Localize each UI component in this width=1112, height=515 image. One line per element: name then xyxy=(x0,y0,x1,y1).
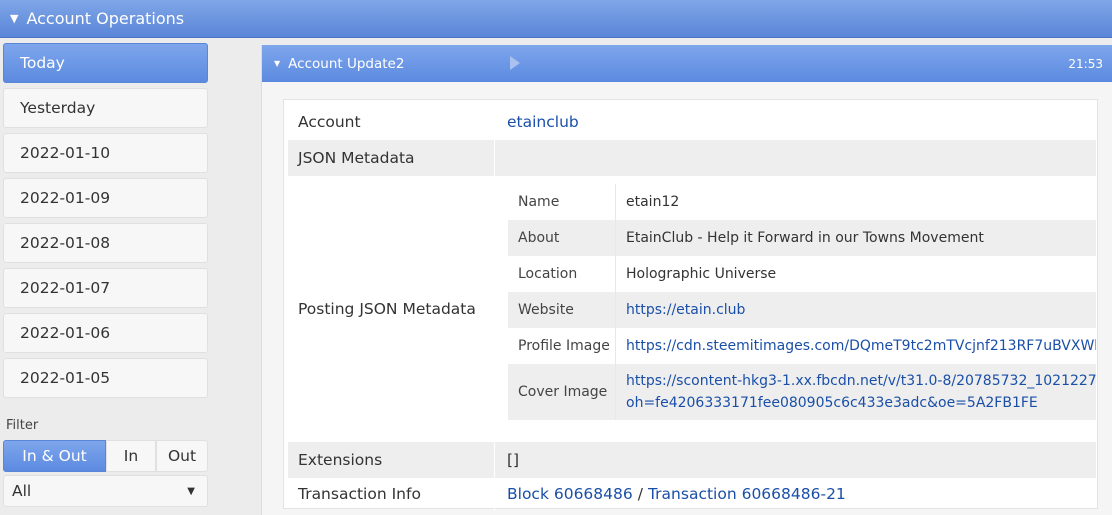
name-label: Name xyxy=(518,194,560,210)
operation-time: 21:53 xyxy=(1068,56,1103,71)
account-label: Account xyxy=(298,113,361,131)
expand-triangle-icon[interactable]: ▼ xyxy=(274,59,280,68)
extensions-label: Extensions xyxy=(288,442,494,478)
location-value: Holographic Universe xyxy=(626,266,777,282)
posting-json-metadata-label: Posting JSON Metadata xyxy=(298,300,476,318)
location-label: Location xyxy=(518,266,578,282)
day-2022-01-06-button[interactable]: 2022-01-06 xyxy=(3,313,208,353)
day-2022-01-08-button[interactable]: 2022-01-08 xyxy=(3,223,208,263)
website-row: Website https://etain.club xyxy=(508,292,1096,328)
day-yesterday-button[interactable]: Yesterday xyxy=(3,88,208,128)
extensions-value: [] xyxy=(494,442,1096,478)
chevron-down-icon: ▼ xyxy=(187,485,195,497)
filter-in-out-button[interactable]: In & Out xyxy=(3,440,106,472)
account-row: Account etainclub xyxy=(288,104,1096,140)
link-separator: / xyxy=(637,485,643,503)
website-label: Website xyxy=(508,292,615,328)
json-metadata-label: JSON Metadata xyxy=(288,140,494,176)
cover-image-link[interactable]: https://scontent-hkg3-1.xx.fbcdn.net/v/t… xyxy=(626,370,1096,392)
operation-panel: ▼ Account Update2 21:53 Account etainclu… xyxy=(261,45,1112,515)
about-label: About xyxy=(508,220,615,256)
posting-metadata-table: Name etain12 About EtainClub - Help it F… xyxy=(508,184,1096,442)
filter-label: Filter xyxy=(6,418,39,433)
play-icon[interactable] xyxy=(510,56,520,70)
name-value: etain12 xyxy=(626,194,680,210)
about-value: EtainClub - Help it Forward in our Towns… xyxy=(626,230,984,246)
cover-image-label: Cover Image xyxy=(508,364,615,420)
profile-image-label: Profile Image xyxy=(518,338,610,354)
json-metadata-row: JSON Metadata xyxy=(288,140,1096,176)
day-2022-01-09-button[interactable]: 2022-01-09 xyxy=(3,178,208,218)
account-operations-header[interactable]: ▼ Account Operations xyxy=(0,0,1112,38)
extensions-row: Extensions [] xyxy=(288,442,1096,478)
profile-image-link[interactable]: https://cdn.steemitimages.com/DQmeT9tc2m… xyxy=(626,338,1096,354)
select-value: All xyxy=(12,482,32,500)
day-2022-01-10-button[interactable]: 2022-01-10 xyxy=(3,133,208,173)
name-row: Name etain12 xyxy=(508,184,1096,220)
location-row: Location Holographic Universe xyxy=(508,256,1096,292)
cover-image-row: Cover Image https://scontent-hkg3-1.xx.f… xyxy=(508,364,1096,420)
day-2022-01-05-button[interactable]: 2022-01-05 xyxy=(3,358,208,398)
profile-image-row: Profile Image https://cdn.steemitimages.… xyxy=(508,328,1096,364)
transaction-info-row: Transaction Info Block 60668486 / Transa… xyxy=(288,478,1096,510)
cover-image-link-continued[interactable]: oh=fe4206333171fee080905c6c433e3adc&oe=5… xyxy=(626,392,1096,414)
about-row: About EtainClub - Help it Forward in our… xyxy=(508,220,1096,256)
block-link[interactable]: Block 60668486 xyxy=(507,485,633,503)
day-2022-01-07-button[interactable]: 2022-01-07 xyxy=(3,268,208,308)
website-link[interactable]: https://etain.club xyxy=(626,302,1096,318)
header-title: Account Operations xyxy=(26,9,185,28)
collapse-triangle-icon[interactable]: ▼ xyxy=(10,12,18,25)
transaction-link[interactable]: Transaction 60668486-21 xyxy=(648,485,846,503)
filter-in-button[interactable]: In xyxy=(106,440,156,472)
day-today-button[interactable]: Today xyxy=(3,43,208,83)
json-metadata-value xyxy=(494,140,1096,176)
transaction-info-label: Transaction Info xyxy=(298,485,421,503)
operation-details-card: Account etainclub JSON Metadata Posting … xyxy=(283,99,1098,510)
filter-segmented-control: In & Out In Out xyxy=(3,440,208,472)
operation-header[interactable]: ▼ Account Update2 21:53 xyxy=(262,45,1112,82)
account-link[interactable]: etainclub xyxy=(507,113,579,131)
operation-type-select[interactable]: All ▼ xyxy=(3,475,208,507)
filter-out-button[interactable]: Out xyxy=(156,440,208,472)
operation-title: Account Update2 xyxy=(288,55,405,72)
sidebar: Today Yesterday 2022-01-10 2022-01-09 20… xyxy=(0,38,212,515)
